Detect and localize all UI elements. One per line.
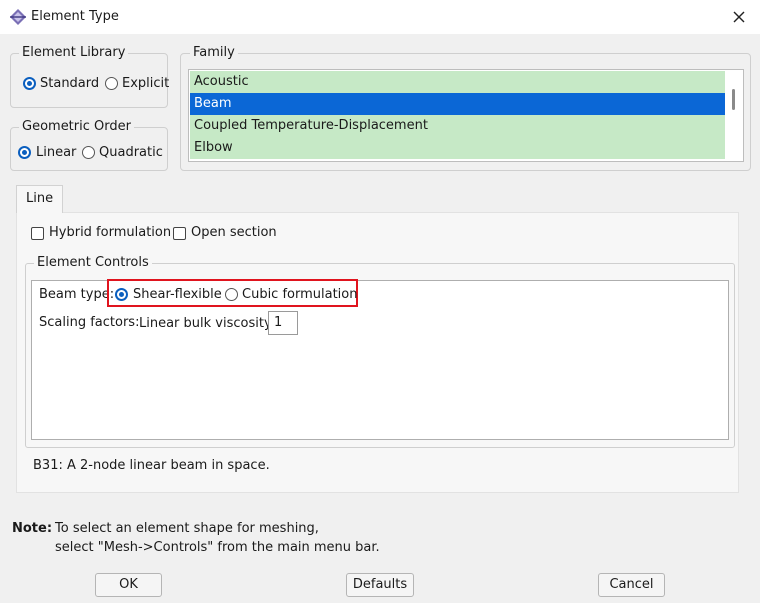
shear-flexible-label[interactable]: Shear-flexible <box>133 287 222 303</box>
quadratic-label[interactable]: Quadratic <box>99 145 163 161</box>
family-scrollbar[interactable] <box>732 89 735 110</box>
abaqus-element-icon <box>10 9 26 25</box>
family-item-beam[interactable]: Beam <box>190 93 725 115</box>
element-description: B31: A 2-node linear beam in space. <box>33 458 270 473</box>
open-section-checkbox[interactable] <box>173 227 186 240</box>
cubic-formulation-label[interactable]: Cubic formulation <box>242 287 358 303</box>
beam-type-label: Beam type: <box>39 287 115 302</box>
family-item-elbow[interactable]: Elbow <box>190 137 725 159</box>
scaling-factors-label: Scaling factors: <box>39 315 140 330</box>
linear-radio[interactable] <box>18 146 31 159</box>
element-library-label: Element Library <box>19 45 129 61</box>
defaults-button[interactable]: Defaults <box>346 573 414 597</box>
shear-flexible-radio[interactable] <box>115 288 128 301</box>
family-list[interactable]: Acoustic Beam Coupled Temperature-Displa… <box>188 69 744 162</box>
family-label: Family <box>190 45 238 61</box>
hybrid-formulation-label[interactable]: Hybrid formulation <box>49 225 171 241</box>
explicit-label[interactable]: Explicit <box>122 76 169 92</box>
standard-radio[interactable] <box>23 77 36 90</box>
family-item-acoustic[interactable]: Acoustic <box>190 71 725 93</box>
family-item-coupled-temp-disp[interactable]: Coupled Temperature-Displacement <box>190 115 725 137</box>
window-title: Element Type <box>31 9 119 24</box>
cubic-formulation-radio[interactable] <box>225 288 238 301</box>
viscosity-label: Linear bulk viscosity: <box>139 316 276 331</box>
tab-line[interactable]: Line <box>16 185 63 213</box>
viscosity-input[interactable]: 1 <box>268 311 298 335</box>
explicit-radio[interactable] <box>105 77 118 90</box>
linear-label[interactable]: Linear <box>36 145 76 161</box>
quadratic-radio[interactable] <box>82 146 95 159</box>
note-line-1: To select an element shape for meshing, <box>55 521 319 536</box>
title-bar: Element Type <box>0 0 760 34</box>
geometric-order-label: Geometric Order <box>19 119 134 135</box>
note-line-2: select "Mesh->Controls" from the main me… <box>55 540 380 555</box>
cancel-button[interactable]: Cancel <box>598 573 665 597</box>
element-controls-label: Element Controls <box>34 255 152 271</box>
ok-button[interactable]: OK <box>95 573 162 597</box>
standard-label[interactable]: Standard <box>40 76 99 92</box>
close-button[interactable] <box>726 4 752 30</box>
close-icon <box>733 11 745 23</box>
open-section-label[interactable]: Open section <box>191 225 277 241</box>
note-label: Note: <box>12 521 53 536</box>
hybrid-formulation-checkbox[interactable] <box>31 227 44 240</box>
